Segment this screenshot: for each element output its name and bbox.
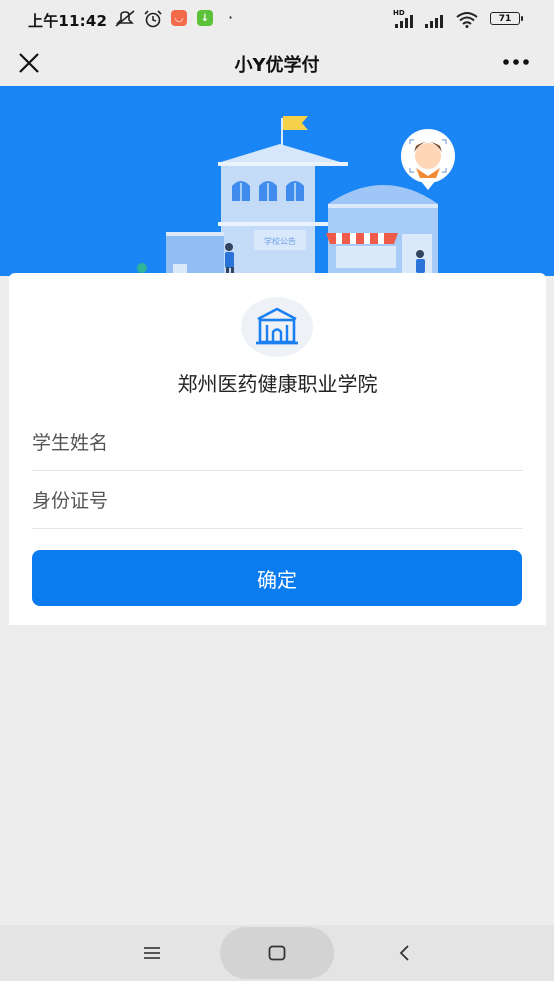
student-name-field (32, 415, 523, 471)
home-nav-icon (268, 945, 286, 961)
system-nav-bar (0, 925, 554, 981)
back-nav-button[interactable] (388, 925, 420, 981)
student-name-input[interactable] (32, 415, 523, 471)
school-logo (241, 297, 313, 357)
status-time: 上午11:42 (28, 12, 108, 30)
confirm-button[interactable]: 确定 (32, 550, 522, 606)
screen: 上午11:42 ◡ ↓ · HD 71 小Y优学付 学校公告 郑州医药健康职业学… (0, 0, 554, 981)
download-notification-icon: ↓ (197, 10, 213, 26)
signal-2-icon (425, 15, 443, 28)
nav-bar: 小Y优学付 (0, 40, 554, 86)
back-nav-icon (399, 945, 409, 961)
alarm-icon (144, 10, 162, 28)
sign-text: 学校公告 (264, 236, 296, 246)
signal-icon (395, 15, 413, 28)
battery-indicator: 71 (490, 12, 523, 25)
menu-nav-button[interactable] (134, 925, 170, 981)
dot-icon: · (228, 8, 234, 27)
mute-icon (115, 10, 135, 27)
banner: 学校公告 (0, 86, 554, 276)
page-title: 小Y优学付 (234, 55, 320, 76)
id-number-field (32, 473, 523, 529)
menu-nav-icon (144, 947, 160, 959)
app-notification-icon: ◡ (171, 10, 187, 26)
id-number-input[interactable] (32, 473, 523, 529)
wifi-icon (456, 12, 478, 28)
more-icon[interactable] (500, 50, 532, 74)
home-nav-icon-wrap (260, 925, 294, 981)
login-card: 郑州医药健康职业学院 确定 (9, 273, 546, 625)
school-building-icon (256, 307, 298, 345)
school-name: 郑州医药健康职业学院 (177, 372, 378, 396)
school-illustration: 学校公告 (137, 116, 455, 276)
status-bar: 上午11:42 ◡ ↓ · HD 71 (0, 0, 554, 40)
